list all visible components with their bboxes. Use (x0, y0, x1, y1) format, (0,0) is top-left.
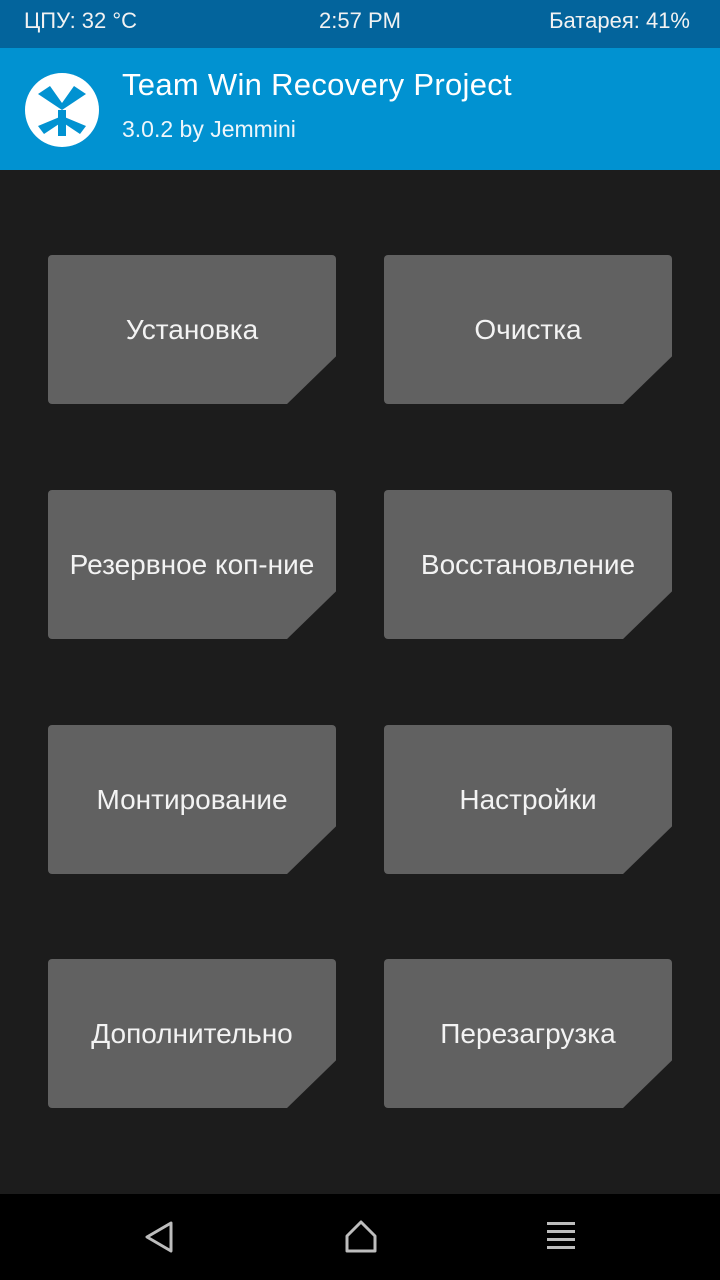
wipe-button[interactable]: Очистка (384, 255, 672, 404)
reboot-button[interactable]: Перезагрузка (384, 959, 672, 1108)
backup-button[interactable]: Резервное коп-ние (48, 490, 336, 639)
settings-button-label: Настройки (459, 784, 597, 815)
install-button-label: Установка (125, 314, 259, 345)
back-triangle-icon (136, 1214, 186, 1260)
app-header: Team Win Recovery Project 3.0.2 by Jemmi… (0, 48, 720, 170)
wipe-button-label: Очистка (474, 314, 582, 345)
advanced-button-label: Дополнительно (91, 1018, 293, 1049)
install-button[interactable]: Установка (48, 255, 336, 404)
mount-button-label: Монтирование (96, 784, 288, 815)
restore-button-label: Восстановление (420, 549, 636, 580)
menu-lines-icon (536, 1214, 586, 1260)
reboot-button-label: Перезагрузка (440, 1018, 616, 1049)
home-icon (336, 1214, 386, 1260)
home-button[interactable] (336, 1214, 386, 1260)
battery-level: Батарея: 41% (549, 8, 690, 33)
app-title: Team Win Recovery Project (122, 67, 512, 102)
settings-button[interactable]: Настройки (384, 725, 672, 874)
back-button[interactable] (136, 1214, 186, 1260)
advanced-button[interactable]: Дополнительно (48, 959, 336, 1108)
mount-button[interactable]: Монтирование (48, 725, 336, 874)
restore-button[interactable]: Восстановление (384, 490, 672, 639)
status-bar: ЦПУ: 32 °C 2:57 PM Батарея: 41% (0, 0, 720, 48)
navigation-bar (0, 1194, 720, 1280)
main-menu: Установка Очистка Резервное коп-ние Восс… (0, 170, 720, 1194)
menu-button[interactable] (536, 1214, 586, 1260)
backup-button-label: Резервное коп-ние (69, 549, 315, 580)
twrp-logo-icon (24, 72, 100, 148)
twrp-main-screen: ЦПУ: 32 °C 2:57 PM Батарея: 41% Team Win… (0, 0, 720, 1280)
app-version: 3.0.2 by Jemmini (122, 116, 296, 142)
